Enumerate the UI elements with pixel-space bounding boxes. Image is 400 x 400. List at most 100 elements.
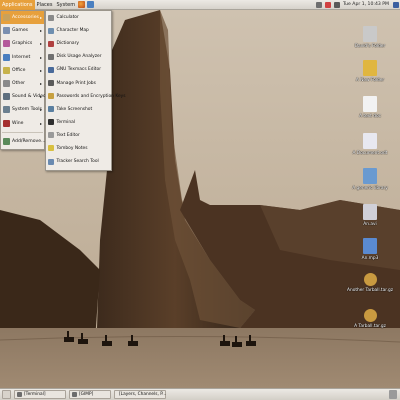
video-file-icon bbox=[363, 204, 377, 220]
games-icon bbox=[3, 27, 10, 35]
submenu-item-label: Character Map bbox=[56, 28, 89, 34]
panel-clock[interactable]: Tue Apr 1, 10:43 PM bbox=[341, 2, 391, 7]
submenu-arrow-icon: ▸ bbox=[39, 67, 42, 73]
desktop-icon[interactable]: David's Folder bbox=[348, 26, 392, 49]
desktop-icon[interactable]: A Tarball.tar.gz bbox=[348, 309, 392, 329]
applications-menu[interactable]: Applications bbox=[0, 0, 35, 10]
submenu-item-label: Disk Usage Analyzer bbox=[56, 54, 102, 60]
submenu-item-screenshot[interactable]: Take Screenshot bbox=[46, 103, 111, 116]
submenu-item-texmacs[interactable]: GNU Texmacs Editor bbox=[46, 63, 111, 76]
quit-icon[interactable] bbox=[392, 1, 399, 8]
desktop-icon[interactable]: A text doc bbox=[348, 96, 392, 119]
submenu-arrow-icon: ▸ bbox=[39, 94, 42, 100]
system-tools-icon bbox=[3, 106, 10, 114]
submenu-item-label: Manage Print Jobs bbox=[56, 80, 96, 86]
desktop-icon[interactable]: An.mp3 bbox=[348, 238, 392, 261]
submenu-item-tracker-search[interactable]: Tracker Search Tool bbox=[46, 155, 111, 168]
network-icon[interactable] bbox=[315, 1, 322, 8]
taskbar-button[interactable]: [Terminal] bbox=[14, 390, 66, 399]
library-icon bbox=[363, 168, 377, 184]
window-icon bbox=[17, 392, 22, 397]
office-icon bbox=[3, 66, 10, 74]
submenu-item-label: Terminal bbox=[56, 119, 76, 125]
submenu-item-text-editor[interactable]: Text Editor bbox=[46, 129, 111, 142]
submenu-item-label: Text Editor bbox=[56, 132, 80, 138]
menu-item-system-tools[interactable]: System Tools ▸ bbox=[1, 103, 44, 116]
desktop-icon[interactable]: A Document.odt bbox=[348, 133, 392, 156]
submenu-item-label: GNU Texmacs Editor bbox=[56, 67, 102, 73]
sound-video-icon bbox=[3, 93, 10, 101]
submenu-item-print-jobs[interactable]: Manage Print Jobs bbox=[46, 76, 111, 89]
folder-icon bbox=[363, 60, 377, 76]
places-menu[interactable]: Places bbox=[35, 0, 55, 10]
menu-item-add-remove[interactable]: Add/Remove... bbox=[1, 135, 46, 148]
desktop-icon-label: A Document.odt bbox=[352, 151, 388, 156]
submenu-item-terminal[interactable]: Terminal bbox=[46, 116, 111, 129]
accessories-icon bbox=[3, 14, 10, 22]
menu-item-label: Wine bbox=[12, 120, 24, 126]
submenu-item-label: Dictionary bbox=[56, 41, 80, 47]
menu-item-label: Games bbox=[12, 28, 29, 34]
submenu-item-tomboy[interactable]: Tomboy Notes bbox=[46, 142, 111, 155]
menu-item-games[interactable]: Games ▸ bbox=[1, 24, 44, 37]
menu-item-sound-video[interactable]: Sound & Video ▸ bbox=[1, 90, 46, 103]
desktop-icon-label: A generic library bbox=[352, 186, 388, 191]
desktop-icon-label: A text doc bbox=[359, 114, 381, 119]
menu-item-office[interactable]: Office ▸ bbox=[1, 64, 44, 77]
menu-item-label: Add/Remove... bbox=[12, 138, 46, 144]
menu-separator bbox=[2, 131, 43, 133]
submenu-item-label: Tomboy Notes bbox=[56, 145, 88, 151]
submenu-item-calculator[interactable]: Calculator bbox=[46, 11, 111, 24]
submenu-item-label: Calculator bbox=[56, 15, 79, 21]
submenu-item-dictionary[interactable]: Dictionary bbox=[46, 37, 111, 50]
texmacs-icon bbox=[48, 66, 54, 73]
desktop-icon-label: Another Tarball.tar.gz bbox=[347, 288, 393, 293]
updates-icon[interactable] bbox=[324, 1, 331, 8]
applications-dropdown: Accessories ▸ Games ▸ Graphics ▸ Internet ▸ Offi… bbox=[0, 10, 46, 150]
passwords-icon bbox=[48, 93, 54, 100]
tomboy-icon bbox=[48, 145, 54, 152]
help-launcher-icon[interactable] bbox=[87, 1, 95, 8]
print-jobs-icon bbox=[48, 80, 54, 87]
dictionary-icon bbox=[48, 40, 54, 47]
home-folder-icon bbox=[363, 26, 377, 42]
submenu-arrow-icon: ▸ bbox=[39, 15, 42, 21]
menu-item-wine[interactable]: Wine ▸ bbox=[1, 117, 44, 130]
trash-icon[interactable] bbox=[389, 390, 397, 399]
submenu-item-label: Tracker Search Tool bbox=[56, 159, 99, 165]
character-map-icon bbox=[48, 27, 54, 34]
desktop-icon[interactable]: Another Tarball.tar.gz bbox=[347, 273, 393, 293]
submenu-item-disk-usage[interactable]: Disk Usage Analyzer bbox=[46, 50, 111, 63]
taskbar-button-label: [Layers, Channels, P... bbox=[119, 392, 167, 397]
submenu-arrow-icon: ▸ bbox=[39, 107, 42, 113]
top-panel: Applications Places System Tue Apr 1, 10… bbox=[0, 0, 400, 10]
menu-item-label: Other bbox=[12, 81, 26, 87]
submenu-item-label: Passwords and Encryption Keys bbox=[56, 93, 126, 99]
menu-item-label: Office bbox=[12, 67, 26, 73]
tracker-search-icon bbox=[48, 158, 54, 165]
firefox-launcher-icon[interactable] bbox=[78, 1, 86, 8]
volume-icon[interactable] bbox=[333, 1, 340, 8]
text-document-icon bbox=[363, 96, 377, 112]
menu-item-accessories[interactable]: Accessories ▸ bbox=[1, 11, 44, 25]
desktop-icon[interactable]: An.avi bbox=[348, 204, 392, 227]
submenu-item-character-map[interactable]: Character Map bbox=[46, 24, 111, 37]
desktop-icon-label: An.mp3 bbox=[361, 256, 379, 261]
notification-area: Tue Apr 1, 10:43 PM bbox=[314, 1, 400, 8]
taskbar-button[interactable]: [Layers, Channels, P... bbox=[114, 390, 166, 399]
wine-icon bbox=[3, 119, 10, 127]
menu-item-graphics[interactable]: Graphics ▸ bbox=[1, 37, 44, 50]
terminal-icon bbox=[48, 119, 54, 126]
desktop-icon[interactable]: A New Folder bbox=[348, 60, 392, 83]
desktop-icon-label: David's Folder bbox=[354, 44, 386, 49]
taskbar-button[interactable]: [GIMP] bbox=[69, 390, 111, 399]
menu-item-internet[interactable]: Internet ▸ bbox=[1, 51, 44, 64]
submenu-arrow-icon: ▸ bbox=[39, 81, 42, 87]
desktop-icon[interactable]: A generic library bbox=[348, 168, 392, 191]
show-desktop-button[interactable] bbox=[2, 390, 11, 399]
screenshot-icon bbox=[48, 106, 54, 113]
submenu-item-passwords[interactable]: Passwords and Encryption Keys bbox=[46, 90, 126, 103]
menu-item-other[interactable]: Other ▸ bbox=[1, 77, 44, 90]
taskbar-button-label: [GIMP] bbox=[79, 392, 94, 397]
system-menu[interactable]: System bbox=[54, 0, 77, 10]
